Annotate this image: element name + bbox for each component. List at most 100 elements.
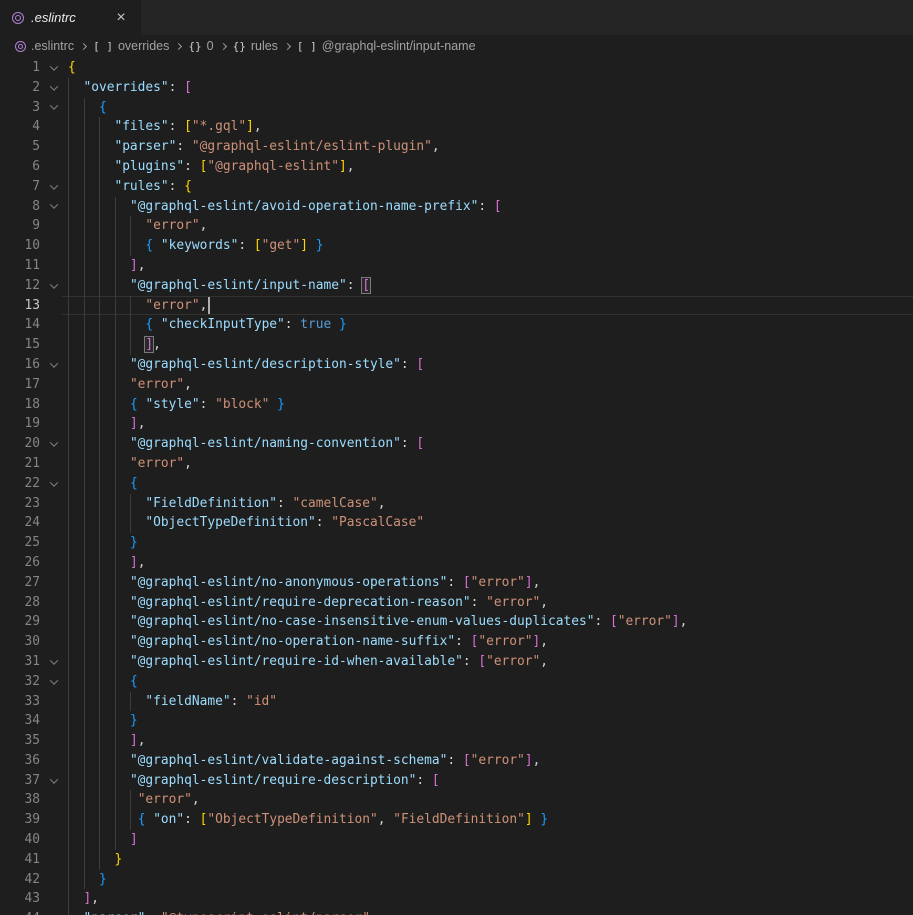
code-line[interactable]: 33 "fieldName": "id" — [0, 692, 913, 712]
line-number[interactable]: 26 — [0, 553, 40, 573]
fold-toggle[interactable] — [44, 474, 64, 494]
line-number[interactable]: 21 — [0, 454, 40, 474]
code-line[interactable]: 44 "parser": "@typescript-eslint/parser" — [0, 909, 913, 915]
code-line[interactable]: 6 "plugins": ["@graphql-eslint"], — [0, 157, 913, 177]
line-number[interactable]: 7 — [0, 177, 40, 197]
line-number[interactable]: 42 — [0, 870, 40, 890]
code-line[interactable]: 14 { "checkInputType": true } — [0, 315, 913, 335]
line-number[interactable]: 20 — [0, 434, 40, 454]
code-line[interactable]: 25 } — [0, 533, 913, 553]
code-line[interactable]: 19 ], — [0, 414, 913, 434]
line-number[interactable]: 30 — [0, 632, 40, 652]
code-line[interactable]: 37 "@graphql-eslint/require-description"… — [0, 771, 913, 791]
line-number[interactable]: 18 — [0, 395, 40, 415]
line-number[interactable]: 29 — [0, 612, 40, 632]
code-line[interactable]: 22 { — [0, 474, 913, 494]
line-number[interactable]: 36 — [0, 751, 40, 771]
line-number[interactable]: 3 — [0, 98, 40, 118]
line-number[interactable]: 23 — [0, 494, 40, 514]
code-line[interactable]: 12 "@graphql-eslint/input-name": [ — [0, 276, 913, 296]
line-number[interactable]: 12 — [0, 276, 40, 296]
line-number[interactable]: 33 — [0, 692, 40, 712]
line-number[interactable]: 40 — [0, 830, 40, 850]
code-line[interactable]: 38 "error", — [0, 790, 913, 810]
fold-toggle[interactable] — [44, 197, 64, 217]
code-line[interactable]: 26 ], — [0, 553, 913, 573]
line-number[interactable]: 5 — [0, 137, 40, 157]
code-line[interactable]: 11 ], — [0, 256, 913, 276]
code-line[interactable]: 24 "ObjectTypeDefinition": "PascalCase" — [0, 513, 913, 533]
code-line[interactable]: 32 { — [0, 672, 913, 692]
line-number[interactable]: 2 — [0, 78, 40, 98]
code-line[interactable]: 31 "@graphql-eslint/require-id-when-avai… — [0, 652, 913, 672]
code-line[interactable]: 7 "rules": { — [0, 177, 913, 197]
code-line[interactable]: 4 "files": ["*.gql"], — [0, 117, 913, 137]
breadcrumb-item-rules[interactable]: {}rules — [233, 39, 278, 53]
line-number[interactable]: 10 — [0, 236, 40, 256]
line-number[interactable]: 6 — [0, 157, 40, 177]
code-line[interactable]: 8 "@graphql-eslint/avoid-operation-name-… — [0, 197, 913, 217]
code-line[interactable]: 36 "@graphql-eslint/validate-against-sch… — [0, 751, 913, 771]
line-number[interactable]: 17 — [0, 375, 40, 395]
breadcrumb-item-0[interactable]: {}0 — [188, 39, 213, 53]
fold-toggle[interactable] — [44, 78, 64, 98]
code-line[interactable]: 27 "@graphql-eslint/no-anonymous-operati… — [0, 573, 913, 593]
code-line[interactable]: 42 } — [0, 870, 913, 890]
line-number[interactable]: 38 — [0, 790, 40, 810]
line-number[interactable]: 16 — [0, 355, 40, 375]
code-line[interactable]: 39 { "on": ["ObjectTypeDefinition", "Fie… — [0, 810, 913, 830]
code-line[interactable]: 3 { — [0, 98, 913, 118]
code-line[interactable]: 30 "@graphql-eslint/no-operation-name-su… — [0, 632, 913, 652]
line-number[interactable]: 35 — [0, 731, 40, 751]
line-number[interactable]: 4 — [0, 117, 40, 137]
fold-toggle[interactable] — [44, 672, 64, 692]
fold-toggle[interactable] — [44, 771, 64, 791]
code-line[interactable]: 40 ] — [0, 830, 913, 850]
code-line[interactable]: 23 "FieldDefinition": "camelCase", — [0, 494, 913, 514]
code-line[interactable]: 43 ], — [0, 889, 913, 909]
line-number[interactable]: 14 — [0, 315, 40, 335]
line-number[interactable]: 24 — [0, 513, 40, 533]
line-number[interactable]: 34 — [0, 711, 40, 731]
line-number[interactable]: 19 — [0, 414, 40, 434]
line-number[interactable]: 28 — [0, 593, 40, 613]
line-number[interactable]: 13 — [0, 296, 40, 316]
line-number[interactable]: 44 — [0, 909, 40, 915]
fold-toggle[interactable] — [44, 355, 64, 375]
code-line[interactable]: 18 { "style": "block" } — [0, 395, 913, 415]
line-number[interactable]: 31 — [0, 652, 40, 672]
code-line[interactable]: 9 "error", — [0, 216, 913, 236]
breadcrumb-item-overrides[interactable]: [ ]overrides — [93, 39, 169, 53]
code-line[interactable]: 29 "@graphql-eslint/no-case-insensitive-… — [0, 612, 913, 632]
breadcrumb-item--eslintrc[interactable]: .eslintrc — [15, 39, 74, 53]
line-number[interactable]: 37 — [0, 771, 40, 791]
code-line[interactable]: 41 } — [0, 850, 913, 870]
code-line[interactable]: 10 { "keywords": ["get"] } — [0, 236, 913, 256]
fold-toggle[interactable] — [44, 652, 64, 672]
line-number[interactable]: 39 — [0, 810, 40, 830]
code-line[interactable]: 2 "overrides": [ — [0, 78, 913, 98]
line-number[interactable]: 1 — [0, 58, 40, 78]
line-number[interactable]: 11 — [0, 256, 40, 276]
fold-toggle[interactable] — [44, 434, 64, 454]
line-number[interactable]: 22 — [0, 474, 40, 494]
fold-toggle[interactable] — [44, 98, 64, 118]
line-number[interactable]: 15 — [0, 335, 40, 355]
line-number[interactable]: 27 — [0, 573, 40, 593]
code-line[interactable]: 21 "error", — [0, 454, 913, 474]
line-number[interactable]: 43 — [0, 889, 40, 909]
tab-eslintrc[interactable]: .eslintrc × — [0, 0, 141, 35]
code-line[interactable]: 17 "error", — [0, 375, 913, 395]
line-number[interactable]: 41 — [0, 850, 40, 870]
code-line[interactable]: 20 "@graphql-eslint/naming-convention": … — [0, 434, 913, 454]
close-icon[interactable]: × — [111, 8, 131, 28]
fold-toggle[interactable] — [44, 276, 64, 296]
code-line[interactable]: 15 ], — [0, 335, 913, 355]
code-line[interactable]: 16 "@graphql-eslint/description-style": … — [0, 355, 913, 375]
line-number[interactable]: 9 — [0, 216, 40, 236]
fold-toggle[interactable] — [44, 58, 64, 78]
line-number[interactable]: 25 — [0, 533, 40, 553]
code-line[interactable]: 5 "parser": "@graphql-eslint/eslint-plug… — [0, 137, 913, 157]
fold-toggle[interactable] — [44, 177, 64, 197]
code-line[interactable]: 34 } — [0, 711, 913, 731]
